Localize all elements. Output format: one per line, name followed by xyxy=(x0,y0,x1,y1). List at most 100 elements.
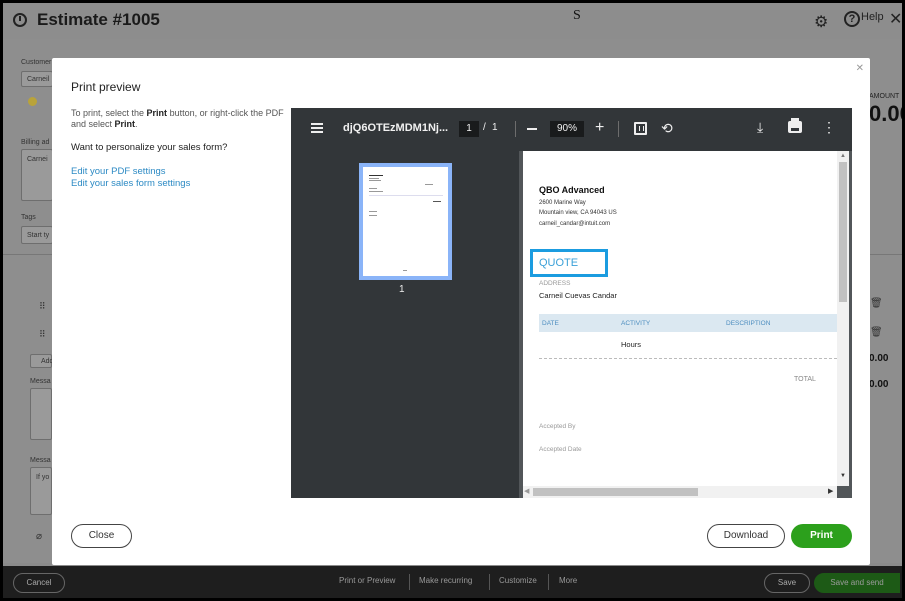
scroll-right-icon[interactable]: ▶ xyxy=(828,487,833,495)
fit-to-page-icon[interactable] xyxy=(634,122,647,135)
customer-label: Customer xyxy=(21,59,52,66)
app-header: Estimate #1005 S ⚙ ? Help ✕ xyxy=(3,3,902,39)
thumbnail-line xyxy=(433,201,441,202)
cancel-button[interactable]: Cancel xyxy=(13,573,65,593)
footer-bar: Cancel Print or Preview Make recurring C… xyxy=(3,566,902,598)
horizontal-scroll-thumb[interactable] xyxy=(533,488,698,496)
scroll-left-icon[interactable]: ◀ xyxy=(524,487,529,495)
billing-address-label: Billing ad xyxy=(21,139,50,146)
thumbnail-line xyxy=(369,188,377,189)
form-type-label: QUOTE xyxy=(539,257,579,269)
print-icon[interactable] xyxy=(788,118,802,133)
thumbnail-page-number: 1 xyxy=(399,284,405,295)
close-button[interactable]: Close xyxy=(71,524,132,548)
customer-select-value: Carneil xyxy=(27,76,50,83)
more-link[interactable]: More xyxy=(559,576,577,585)
thumbnail-sidebar: 1 xyxy=(291,151,519,498)
tags-label: Tags xyxy=(21,214,36,221)
accepted-by-label: Accepted By xyxy=(539,423,576,430)
company-email: carneil_candar@intuit.com xyxy=(539,221,611,227)
menu-icon[interactable] xyxy=(311,123,323,133)
billing-address-field[interactable]: Carnei xyxy=(21,149,53,201)
total-label: TOTAL xyxy=(794,376,816,383)
thumbnail-line xyxy=(403,270,407,271)
customer-select[interactable]: Carneil xyxy=(21,71,53,87)
delete-line-icon[interactable]: 🗑 xyxy=(870,327,883,338)
make-recurring-link[interactable]: Make recurring xyxy=(419,576,472,585)
more-options-icon[interactable]: ⋮ xyxy=(822,120,836,134)
help-label[interactable]: Help xyxy=(861,11,884,23)
horizontal-scrollbar[interactable]: ◀ ▶ xyxy=(523,486,837,498)
print-preview-dialog: ✕ Print preview To print, select the Pri… xyxy=(52,58,870,565)
thumbnail-line xyxy=(369,175,383,176)
page-number-input[interactable]: 1 xyxy=(459,121,479,137)
download-button[interactable]: Download xyxy=(707,524,785,548)
edit-pdf-settings-link[interactable]: Edit your PDF settings xyxy=(71,166,166,177)
gear-icon[interactable]: ⚙ xyxy=(814,12,828,32)
print-or-preview-link[interactable]: Print or Preview xyxy=(339,576,395,585)
divider xyxy=(515,121,516,137)
amount-value: 0.00 xyxy=(869,101,902,126)
save-and-send-button[interactable]: Save and send xyxy=(814,573,900,593)
statement-message-placeholder: If yo xyxy=(36,474,50,481)
divider xyxy=(489,574,490,590)
table-header: DATE ACTIVITY DESCRIPTION xyxy=(539,314,837,332)
document-name: djQ6OTEzMDM1Nj... xyxy=(343,122,449,134)
scroll-down-icon[interactable]: ▼ xyxy=(840,473,846,479)
document-page-area: QBO Advanced 2600 Marine Way Mountain vi… xyxy=(519,151,852,498)
drag-handle-icon[interactable]: ⠿ xyxy=(39,301,46,312)
zoom-level-input[interactable]: 90% xyxy=(550,121,584,137)
total-value: 0.00 xyxy=(869,379,889,390)
company-address-line: Mountain view, CA 94043 US xyxy=(539,210,617,216)
divider xyxy=(409,574,410,590)
save-button[interactable]: Save xyxy=(764,573,810,593)
scroll-up-icon[interactable]: ▲ xyxy=(840,153,846,159)
thumbnail-line xyxy=(369,215,377,216)
rotate-icon[interactable]: ⟲ xyxy=(661,120,673,137)
dialog-title: Print preview xyxy=(71,80,141,94)
close-icon[interactable]: ✕ xyxy=(889,9,902,29)
personalize-question: Want to personalize your sales form? xyxy=(71,142,228,153)
document-page: QBO Advanced 2600 Marine Way Mountain vi… xyxy=(523,151,837,486)
zoom-out-icon[interactable] xyxy=(527,128,537,130)
attachment-icon[interactable]: ⌀ xyxy=(36,531,42,542)
company-name: QBO Advanced xyxy=(539,185,605,195)
print-button[interactable]: Print xyxy=(791,524,852,548)
column-header-date: DATE xyxy=(542,320,559,327)
vertical-scroll-thumb[interactable] xyxy=(839,162,847,302)
divider xyxy=(548,574,549,590)
download-icon[interactable]: ⤓ xyxy=(757,119,763,136)
delete-line-icon[interactable]: 🗑 xyxy=(870,298,883,309)
divider xyxy=(618,121,619,137)
close-icon[interactable]: ✕ xyxy=(856,63,864,74)
thumbnail-line xyxy=(369,195,443,196)
page-separator: / xyxy=(483,122,486,133)
zoom-in-icon[interactable]: + xyxy=(595,120,604,136)
amount-label: AMOUNT xyxy=(869,93,900,100)
vertical-scrollbar[interactable]: ▲ ▼ xyxy=(837,151,849,486)
company-address-line: 2600 Marine Way xyxy=(539,200,586,206)
page-total: 1 xyxy=(492,122,498,133)
add-lines-button[interactable]: Add xyxy=(30,354,53,368)
row-divider xyxy=(539,358,837,359)
subtotal-value: 0.00 xyxy=(869,353,889,364)
help-icon[interactable]: ? xyxy=(844,11,860,27)
message-field[interactable] xyxy=(30,388,52,440)
history-icon[interactable] xyxy=(13,13,27,27)
accepted-date-label: Accepted Date xyxy=(539,446,582,453)
tags-input[interactable]: Start ty xyxy=(21,226,53,244)
edit-sales-form-settings-link[interactable]: Edit your sales form settings xyxy=(71,178,190,189)
statement-message-label: Messa xyxy=(30,457,51,464)
customize-link[interactable]: Customize xyxy=(499,576,537,585)
statement-message-field[interactable]: If yo xyxy=(30,467,52,515)
instructions-text: . xyxy=(135,119,138,129)
center-letter: S xyxy=(573,8,581,23)
drag-handle-icon[interactable]: ⠿ xyxy=(39,329,46,340)
tags-placeholder: Start ty xyxy=(27,232,50,239)
instructions-print-bold: Print xyxy=(114,119,136,129)
table-row-activity: Hours xyxy=(621,340,642,349)
page-thumbnail[interactable] xyxy=(359,163,452,280)
status-dot-icon xyxy=(28,97,37,106)
customer-name: Carneil Cuevas Candar xyxy=(539,291,617,300)
thumbnail-line xyxy=(369,178,379,179)
